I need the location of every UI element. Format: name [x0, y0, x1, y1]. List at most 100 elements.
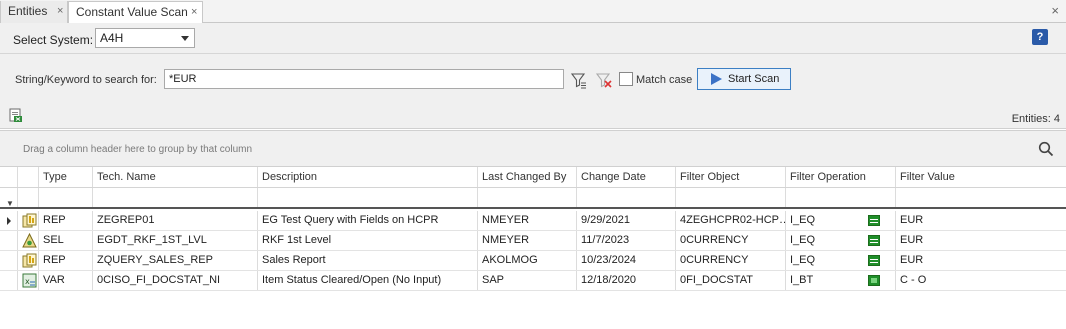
filter-cell-type[interactable] [39, 188, 93, 207]
help-icon[interactable]: ? [1032, 29, 1048, 45]
keyword-input[interactable]: *EUR [164, 69, 564, 89]
header-icon-cell [18, 167, 39, 187]
cell-last-changed-by: SAP [478, 271, 577, 290]
row-focus-icon [7, 217, 11, 225]
cell-filter-object: 0CURRENCY [676, 251, 786, 270]
tab-constant-value-scan-label: Constant Value Scan [76, 5, 188, 19]
tab-entities-label: Entities [8, 4, 48, 18]
column-header-filter-operation[interactable]: Filter Operation [786, 167, 896, 187]
cell-last-changed-by: NMEYER [478, 231, 577, 250]
match-case-checkbox[interactable] [619, 72, 633, 86]
row-indicator-cell [0, 271, 18, 290]
between-icon [868, 275, 880, 286]
cell-filter-operation: I_EQ [786, 251, 896, 270]
tab-strip: Entities × Constant Value Scan × × [0, 0, 1066, 24]
group-by-panel[interactable]: Drag a column header here to group by th… [0, 130, 1066, 167]
scan-form: Select System: A4H ? String/Keyword to s… [0, 23, 1066, 129]
cell-change-date: 12/18/2020 [577, 271, 676, 290]
cell-tech-name: ZQUERY_SALES_REP [93, 251, 258, 270]
column-header-filter-object[interactable]: Filter Object [676, 167, 786, 187]
column-header-change-date[interactable]: Change Date [577, 167, 676, 187]
filter-cell-filter-operation[interactable] [786, 188, 896, 207]
row-indicator-cell [0, 251, 18, 270]
search-icon[interactable] [1038, 141, 1054, 157]
system-select[interactable]: A4H [95, 28, 195, 48]
cell-change-date: 11/7/2023 [577, 231, 676, 250]
cell-change-date: 10/23/2024 [577, 251, 676, 270]
tab-entities[interactable]: Entities × [0, 1, 68, 23]
cell-tech-name: EGDT_RKF_1ST_LVL [93, 231, 258, 250]
cell-description: Sales Report [258, 251, 478, 270]
select-system-label: Select System: [13, 33, 94, 47]
chevron-down-icon [181, 36, 189, 41]
group-by-hint: Drag a column header here to group by th… [23, 144, 253, 155]
cell-type: SEL [39, 231, 93, 250]
filter-operation-text: I_BT [790, 274, 814, 286]
export-excel-icon[interactable] [9, 108, 23, 123]
cell-filter-operation: I_EQ [786, 211, 896, 230]
filter-cell-filter-object[interactable] [676, 188, 786, 207]
header-indicator-cell [0, 167, 18, 187]
cell-last-changed-by: AKOLMOG [478, 251, 577, 270]
column-header-last-changed-by[interactable]: Last Changed By [478, 167, 577, 187]
cell-change-date: 9/29/2021 [577, 211, 676, 230]
filter-cell-filter-value[interactable] [896, 188, 1066, 207]
row-type-icon-cell [18, 251, 39, 270]
svg-text:x: x [25, 277, 30, 286]
cell-type: REP [39, 211, 93, 230]
close-icon[interactable]: × [1051, 3, 1059, 18]
cell-type: VAR [39, 271, 93, 290]
row-indicator-cell [0, 211, 18, 230]
table-row[interactable]: REP ZQUERY_SALES_REP Sales Report AKOLMOG 10… [0, 251, 1066, 271]
cell-filter-operation: I_EQ [786, 231, 896, 250]
column-header-tech-name[interactable]: Tech. Name [93, 167, 258, 187]
close-icon[interactable]: × [191, 2, 197, 23]
close-icon[interactable]: × [57, 1, 63, 22]
cell-filter-value: EUR [900, 254, 924, 266]
start-scan-label: Start Scan [728, 73, 780, 85]
cell-filter-object: 4ZEGHCPR02-HCP… [676, 211, 786, 230]
cell-filter-value: EUR [900, 214, 924, 226]
cell-description: Item Status Cleared/Open (No Input) [258, 271, 478, 290]
tab-constant-value-scan[interactable]: Constant Value Scan × [68, 1, 203, 24]
equal-icon [868, 215, 880, 226]
cell-tech-name: ZEGREP01 [93, 211, 258, 230]
grid-header: Type Tech. Name Description Last Changed… [0, 167, 1066, 188]
filter-operation-text: I_EQ [790, 254, 816, 266]
cell-filter-operation: I_BT [786, 271, 896, 290]
clear-filter-icon[interactable] [595, 71, 613, 89]
cell-tech-name: 0CISO_FI_DOCSTAT_NI [93, 271, 258, 290]
filter-edit-icon[interactable] [570, 71, 588, 89]
filter-cell-description[interactable] [258, 188, 478, 207]
filter-operation-text: I_EQ [790, 234, 816, 246]
cell-description: RKF 1st Level [258, 231, 478, 250]
cell-description: EG Test Query with Fields on HCPR [258, 211, 478, 230]
system-select-value: A4H [100, 31, 124, 45]
filter-cell-tech-name[interactable] [93, 188, 258, 207]
equal-icon [868, 255, 880, 266]
table-row[interactable]: SEL EGDT_RKF_1ST_LVL RKF 1st Level NMEYER 11… [0, 231, 1066, 251]
filter-cell-change-date[interactable] [577, 188, 676, 207]
cell-filter-object: 0CURRENCY [676, 231, 786, 250]
filter-cell-last-changed-by[interactable] [478, 188, 577, 207]
results-grid: Type Tech. Name Description Last Changed… [0, 167, 1066, 329]
cell-last-changed-by: NMEYER [478, 211, 577, 230]
table-row[interactable]: x VAR 0CISO_FI_DOCSTAT_NI Item Status Clear… [0, 271, 1066, 291]
row-type-icon-cell [18, 211, 39, 230]
auto-filter-row: ▼ [0, 188, 1066, 209]
table-row[interactable]: REP ZEGREP01 EG Test Query with Fields on … [0, 211, 1066, 231]
divider [0, 53, 1066, 54]
filter-icon: ▼ [6, 199, 14, 207]
cell-filter-value: EUR [900, 234, 924, 246]
column-header-filter-value[interactable]: Filter Value [896, 167, 1066, 187]
filter-row-indicator: ▼ [0, 188, 18, 207]
play-icon [711, 73, 722, 85]
equal-icon [868, 235, 880, 246]
cell-filter-value: C - O [900, 274, 927, 286]
column-header-description[interactable]: Description [258, 167, 478, 187]
row-indicator-cell [0, 231, 18, 250]
match-case-label: Match case [636, 74, 693, 86]
start-scan-button[interactable]: Start Scan [697, 68, 791, 90]
keyword-label: String/Keyword to search for: [15, 74, 157, 86]
column-header-type[interactable]: Type [39, 167, 93, 187]
